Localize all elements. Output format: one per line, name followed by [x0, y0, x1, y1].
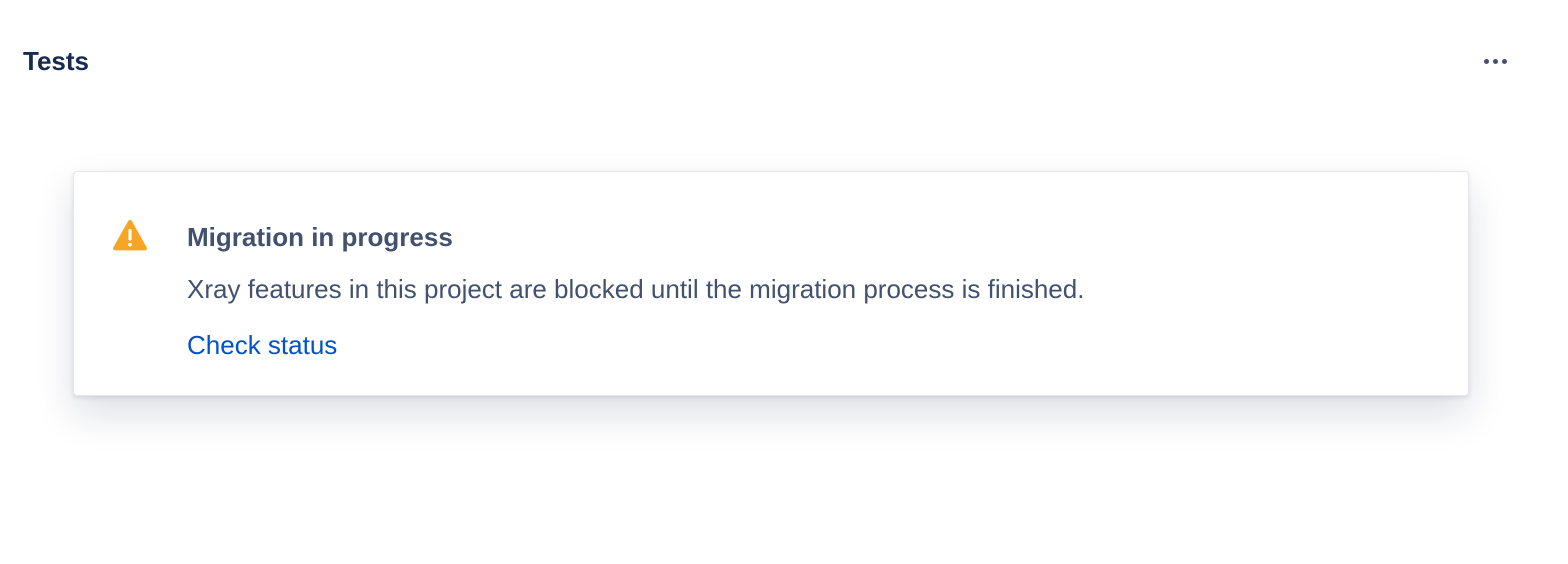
more-dot — [1492, 58, 1498, 64]
panel-header: Tests — [23, 44, 1523, 78]
warning-icon — [113, 219, 147, 251]
more-dot — [1501, 58, 1507, 64]
migration-banner: Migration in progress Xray features in t… — [73, 171, 1469, 396]
banner-title: Migration in progress — [187, 222, 453, 252]
banner-message: Xray features in this project are blocke… — [187, 274, 1085, 304]
page: Tests Migration in progress Xray feature… — [0, 0, 1568, 564]
check-status-link[interactable]: Check status — [187, 328, 337, 362]
more-dot — [1483, 58, 1489, 64]
panel-title: Tests — [23, 46, 89, 76]
more-options-button[interactable] — [1475, 47, 1515, 75]
